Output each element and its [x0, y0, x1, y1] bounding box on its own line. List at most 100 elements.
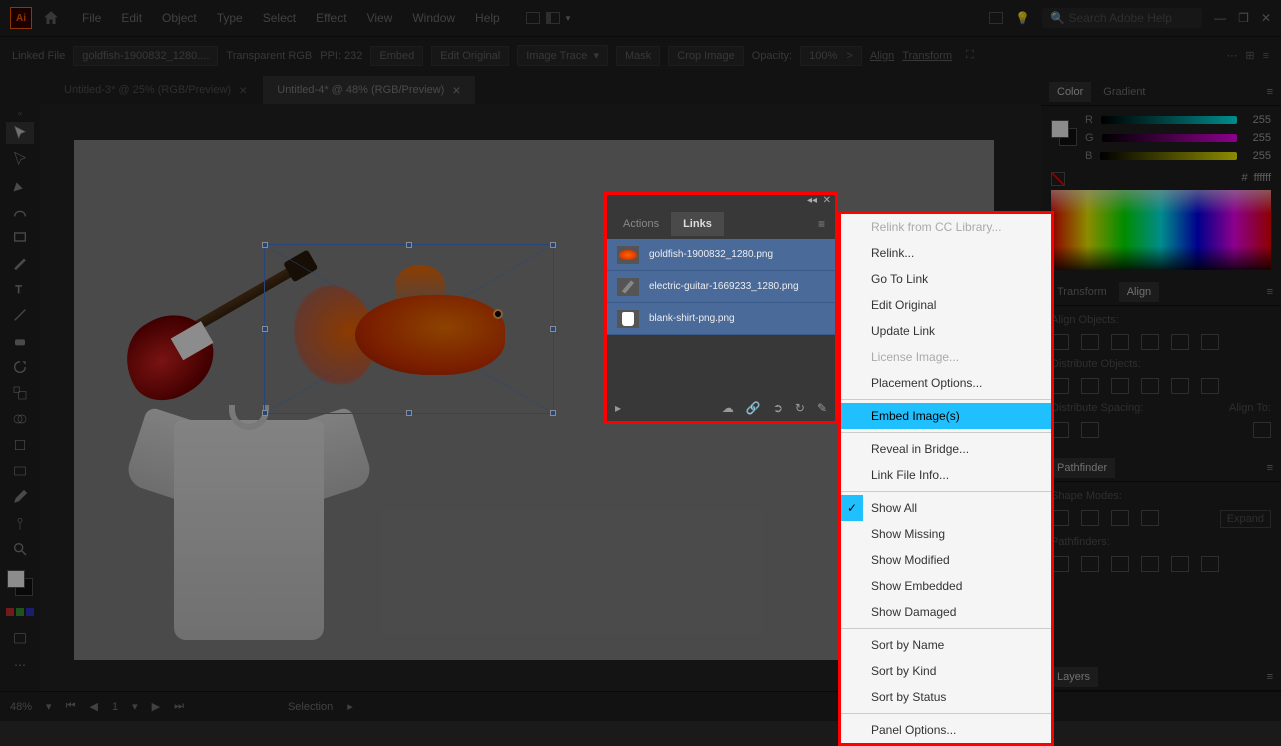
workspace-switcher[interactable]: ▾ [526, 12, 571, 24]
gradient-tool[interactable] [6, 460, 34, 482]
menu-item-show-embedded[interactable]: Show Embedded [841, 573, 1051, 599]
minimize-icon[interactable]: — [1214, 11, 1226, 25]
menu-item-update-link[interactable]: Update Link [841, 318, 1051, 344]
menu-item-show-modified[interactable]: Show Modified [841, 547, 1051, 573]
align-hcenter-icon[interactable] [1081, 334, 1099, 350]
menu-window[interactable]: Window [402, 7, 465, 29]
close-icon[interactable]: ✕ [1261, 11, 1271, 25]
shape-builder-tool[interactable] [6, 408, 34, 430]
panel-menu-icon[interactable]: ≡ [1267, 462, 1273, 474]
align-to-artboard-icon[interactable] [1253, 422, 1271, 438]
dist-right-icon[interactable] [1201, 378, 1219, 394]
g-slider[interactable] [1102, 134, 1237, 142]
crop-image-button[interactable]: Crop Image [668, 46, 743, 66]
menu-item-sort-by-status[interactable]: Sort by Status [841, 684, 1051, 710]
arrange-docs-icon[interactable] [989, 12, 1003, 24]
align-vcenter-icon[interactable] [1171, 334, 1189, 350]
menu-effect[interactable]: Effect [306, 7, 356, 29]
filename-dropdown[interactable]: goldfish-1900832_1280.... [73, 46, 218, 66]
app-logo[interactable]: Ai [10, 7, 32, 29]
trim-icon[interactable] [1081, 556, 1099, 572]
artboard-nav-prev[interactable]: ◀ [89, 700, 97, 713]
r-value[interactable]: 255 [1245, 114, 1271, 126]
panel-menu-icon[interactable]: ≡ [1263, 50, 1269, 62]
align-top-icon[interactable] [1141, 334, 1159, 350]
menu-file[interactable]: File [72, 7, 111, 29]
actions-tab[interactable]: Actions [611, 212, 671, 236]
eyedropper-tool[interactable] [6, 486, 34, 508]
menu-item-embed-image-s[interactable]: Embed Image(s) [841, 403, 1051, 429]
link-item[interactable]: goldfish-1900832_1280.png [607, 239, 835, 271]
pathfinder-tab[interactable]: Pathfinder [1049, 458, 1115, 478]
wand-tool[interactable] [6, 512, 34, 534]
menu-item-placement-options[interactable]: Placement Options... [841, 370, 1051, 396]
mask-button[interactable]: Mask [616, 46, 660, 66]
panel-flyout-menu-icon[interactable]: ≡ [818, 217, 825, 231]
none-swatch[interactable] [1051, 172, 1065, 186]
menu-item-sort-by-name[interactable]: Sort by Name [841, 632, 1051, 658]
outline-icon[interactable] [1171, 556, 1189, 572]
image-trace-button[interactable]: Image Trace ▾ [517, 45, 608, 66]
placed-image-goldfish[interactable] [295, 265, 525, 395]
links-tab[interactable]: Links [671, 212, 724, 236]
menu-item-show-missing[interactable]: Show Missing [841, 521, 1051, 547]
link-item[interactable]: electric-guitar-1669233_1280.png [607, 271, 835, 303]
artboard-nav-next[interactable]: ▶ [152, 700, 160, 713]
align-label[interactable]: Align [870, 50, 894, 62]
screen-mode-tool[interactable] [6, 628, 34, 650]
curvature-tool[interactable] [6, 200, 34, 222]
menu-edit[interactable]: Edit [111, 7, 152, 29]
merge-icon[interactable] [1111, 556, 1129, 572]
menu-view[interactable]: View [357, 7, 403, 29]
type-tool[interactable]: T [6, 278, 34, 300]
bulb-icon[interactable]: 💡 [1015, 11, 1030, 25]
free-transform-tool[interactable] [6, 434, 34, 456]
menu-object[interactable]: Object [152, 7, 207, 29]
align-bottom-icon[interactable] [1201, 334, 1219, 350]
placed-image-tshirt[interactable] [134, 390, 364, 650]
transform-tab[interactable]: Transform [1049, 282, 1115, 302]
pen-tool[interactable] [6, 174, 34, 196]
home-icon[interactable] [42, 9, 60, 27]
close-panel-icon[interactable]: ✕ [823, 195, 831, 209]
zoom-level[interactable]: 48% [10, 701, 32, 713]
fill-stroke-swatch[interactable] [7, 570, 33, 596]
artboard-nav-first[interactable]: ⏮ [66, 700, 76, 713]
color-fill-stroke[interactable] [1051, 120, 1077, 146]
menu-item-go-to-link[interactable]: Go To Link [841, 266, 1051, 292]
relink-cc-icon[interactable]: ☁ [722, 401, 734, 415]
crop-icon[interactable] [1141, 556, 1159, 572]
dist-hcenter-icon[interactable] [1171, 378, 1189, 394]
g-value[interactable]: 255 [1245, 132, 1271, 144]
help-search[interactable]: 🔍 Search Adobe Help [1042, 8, 1202, 28]
panel-menu-icon[interactable]: ≡ [1267, 286, 1273, 298]
goto-link-icon[interactable]: ➲ [773, 401, 783, 415]
menu-select[interactable]: Select [253, 7, 306, 29]
color-spectrum[interactable] [1051, 190, 1271, 270]
isolate-icon[interactable]: ⛶ [966, 49, 974, 62]
preferences-icon[interactable]: ⋯ [1226, 49, 1237, 62]
restore-icon[interactable]: ❐ [1238, 11, 1249, 25]
color-tab[interactable]: Color [1049, 82, 1091, 102]
menu-item-show-damaged[interactable]: Show Damaged [841, 599, 1051, 625]
snap-icon[interactable]: ⊞ [1245, 49, 1254, 62]
edit-toolbar[interactable]: ⋯ [6, 654, 34, 676]
panel-menu-icon[interactable]: ≡ [1267, 86, 1273, 98]
align-tab[interactable]: Align [1119, 282, 1159, 302]
dist-hspace-icon[interactable] [1081, 422, 1099, 438]
menu-help[interactable]: Help [465, 7, 510, 29]
show-info-icon[interactable]: ▸ [615, 401, 621, 415]
collapse-panel-icon[interactable]: ◂◂ [807, 195, 817, 209]
eraser-tool[interactable] [6, 330, 34, 352]
b-slider[interactable] [1100, 152, 1237, 160]
document-tab[interactable]: Untitled-3* @ 25% (RGB/Preview)× [50, 76, 261, 104]
hex-input[interactable]: ffffff [1254, 172, 1271, 186]
paintbrush-tool[interactable] [6, 252, 34, 274]
artboard-number[interactable]: 1 [112, 701, 118, 713]
b-value[interactable]: 255 [1245, 150, 1271, 162]
gradient-tab[interactable]: Gradient [1095, 82, 1153, 102]
dist-left-icon[interactable] [1141, 378, 1159, 394]
minus-front-icon[interactable] [1081, 510, 1099, 526]
artboard-nav-last[interactable]: ⏭ [174, 700, 184, 713]
intersect-icon[interactable] [1111, 510, 1129, 526]
